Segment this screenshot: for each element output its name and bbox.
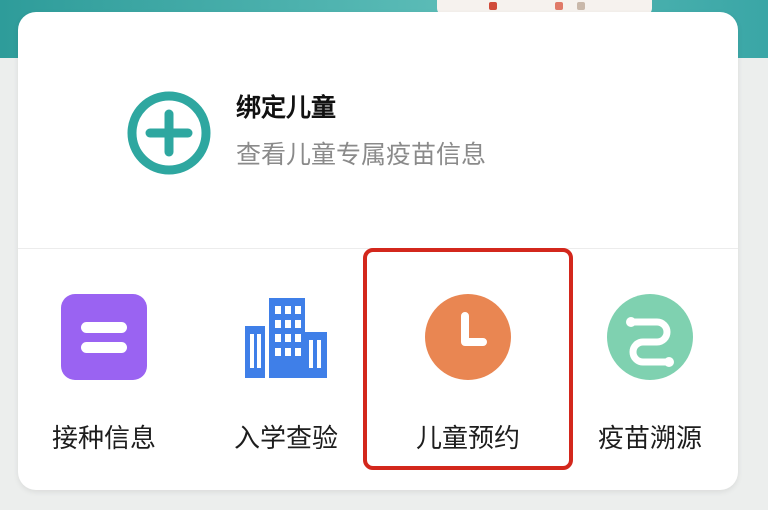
shortcut-school-check[interactable]: 入学查验: [200, 248, 372, 490]
trace-route-icon: [607, 294, 693, 380]
banner-decoration: [555, 2, 563, 10]
shortcut-vaccination-info[interactable]: 接种信息: [18, 248, 190, 490]
shortcut-label: 接种信息: [51, 424, 156, 454]
banner-decoration: [577, 2, 585, 10]
shortcut-label: 入学查验: [233, 424, 338, 454]
shortcut-child-appointment[interactable]: 儿童预约: [382, 248, 554, 490]
service-card: 绑定儿童 查看儿童专属疫苗信息 接种信息 入学查验 儿童预约 疫苗溯源: [18, 12, 738, 490]
school-building-icon: [245, 298, 327, 378]
bind-child-title: 绑定儿童: [236, 93, 337, 122]
shortcut-vaccine-trace[interactable]: 疫苗溯源: [564, 248, 736, 490]
shortcut-label: 疫苗溯源: [597, 424, 702, 454]
bind-child-subtitle: 查看儿童专属疫苗信息: [236, 140, 487, 169]
vaccination-info-icon: [61, 294, 147, 380]
banner-decoration: [489, 2, 497, 10]
shortcut-label: 儿童预约: [415, 424, 520, 454]
plus-circle-icon[interactable]: [126, 90, 212, 176]
clock-icon: [425, 294, 511, 380]
bind-child-row[interactable]: 绑定儿童 查看儿童专属疫苗信息: [18, 12, 738, 249]
